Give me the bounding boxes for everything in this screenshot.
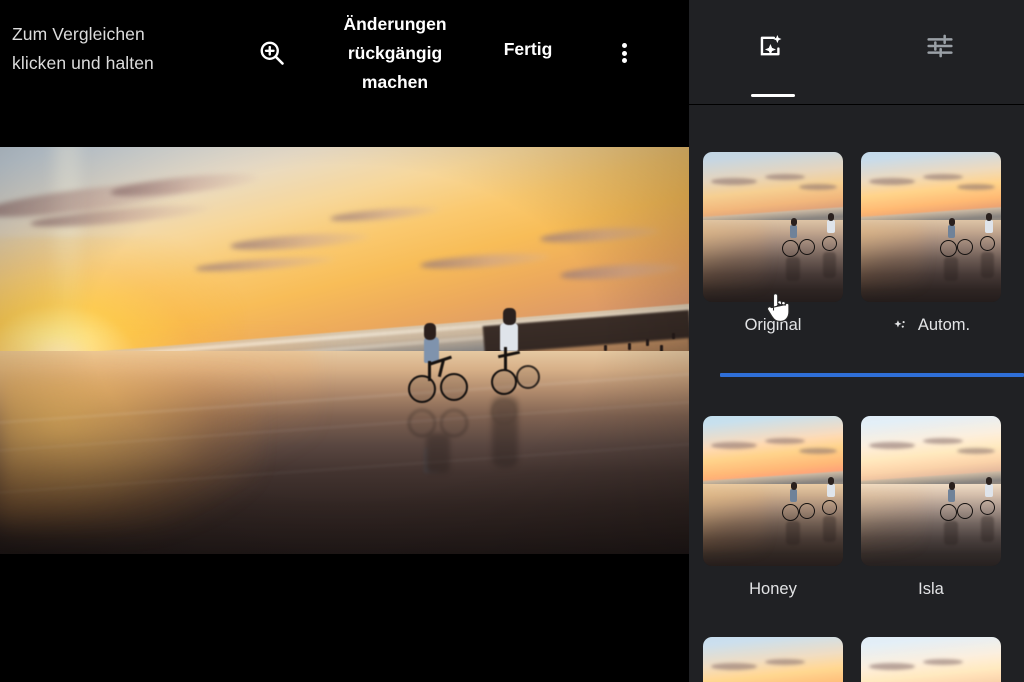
- filter-thumbnail[interactable]: [861, 637, 1001, 682]
- more-vertical-icon: [621, 41, 627, 66]
- filter-label-row: Original: [703, 315, 843, 335]
- compare-hint-line2: klicken und halten: [12, 53, 154, 73]
- undo-label-line1: Änderungen: [343, 14, 447, 34]
- tab-effects[interactable]: [689, 0, 857, 105]
- undo-label-line2: rückgängig: [347, 43, 443, 63]
- photo-render: [0, 147, 689, 554]
- filter-item-original[interactable]: Original: [703, 152, 843, 335]
- filter-thumbnail[interactable]: [703, 637, 843, 682]
- filter-item-isla[interactable]: Isla: [861, 416, 1001, 599]
- filter-name: Isla: [918, 580, 944, 598]
- tab-effects-underline: [750, 93, 795, 97]
- tab-adjust[interactable]: [857, 0, 1024, 105]
- filter-thumbnail[interactable]: [703, 152, 843, 302]
- filter-name: Original: [744, 316, 802, 334]
- more-options-button[interactable]: [602, 31, 646, 75]
- undo-changes-button[interactable]: Änderungen rückgängig machen: [330, 10, 460, 97]
- compare-hint-line1: Zum Vergleichen: [12, 24, 145, 44]
- filter-row: [689, 637, 1024, 682]
- filter-thumbnail[interactable]: [861, 416, 1001, 566]
- zoom-in-button[interactable]: [250, 31, 294, 75]
- edit-sidebar: Original Autom. Honey Isla: [689, 0, 1024, 682]
- photo-editor-window: Zum Vergleichen klicken und halten Änder…: [0, 0, 1024, 682]
- filter-item-row3-right[interactable]: [861, 637, 1001, 682]
- filter-item-honey[interactable]: Honey: [703, 416, 843, 599]
- zoom-in-icon: [260, 41, 284, 65]
- filter-list[interactable]: Original Autom. Honey Isla: [689, 105, 1024, 682]
- sidebar-tabs: [689, 0, 1024, 105]
- undo-label-line3: machen: [361, 72, 429, 92]
- editor-area: Zum Vergleichen klicken und halten Änder…: [0, 0, 689, 682]
- filter-thumbnail[interactable]: [861, 152, 1001, 302]
- filter-row: Original Autom.: [689, 152, 1024, 335]
- filter-item-autom[interactable]: Autom.: [861, 152, 1001, 335]
- photo-canvas[interactable]: [0, 147, 689, 554]
- filter-label-row: Isla: [861, 579, 1001, 599]
- sparkle-icon: [894, 319, 905, 328]
- filter-row: Honey Isla: [689, 416, 1024, 599]
- filter-label-row: Honey: [703, 579, 843, 599]
- photo-sparkle-icon: [760, 34, 782, 55]
- filter-label-row: Autom.: [861, 315, 1001, 335]
- filter-name: Autom.: [917, 316, 971, 334]
- compare-hint: Zum Vergleichen klicken und halten: [12, 20, 202, 78]
- tune-sliders-icon: [927, 34, 953, 57]
- filter-item-row3-left[interactable]: [703, 637, 843, 682]
- filter-name: Honey: [749, 580, 797, 598]
- filter-section-divider: [720, 373, 1024, 377]
- done-button[interactable]: Fertig: [480, 39, 576, 60]
- editor-toolbar: Zum Vergleichen klicken und halten Änder…: [0, 0, 689, 137]
- filter-thumbnail[interactable]: [703, 416, 843, 566]
